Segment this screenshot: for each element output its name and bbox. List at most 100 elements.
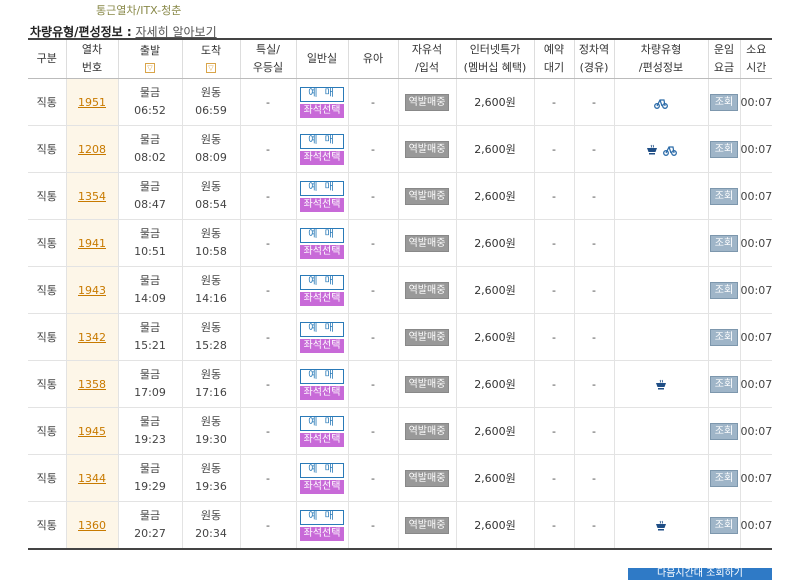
cell-infant: - [347, 454, 398, 502]
train-no-link[interactable]: 1358 [78, 378, 106, 391]
cell-arrive: 원동 19:30 [181, 407, 240, 455]
cell-fare: 조회 [707, 219, 740, 267]
reserve-button[interactable]: 예 매 [300, 509, 344, 525]
train-no-link[interactable]: 1344 [78, 472, 106, 485]
cell-special: - [239, 313, 296, 361]
cell-general: 예 매 좌석선택 [295, 219, 348, 267]
cell-arrive: 원동 08:54 [181, 172, 240, 220]
learn-more-link[interactable]: 자세히 알아보기 [136, 25, 217, 39]
sort-icon[interactable]: ▽ [206, 63, 216, 73]
reserve-button[interactable]: 예 매 [300, 462, 344, 478]
fare-query-button[interactable]: 조회 [710, 187, 738, 205]
cell-duration: 00:07 [739, 172, 772, 220]
table-row: 직통 1354 물금 08:47 원동 08:54- 예 매 좌석선택 - 역발매중 2,600원 -… [28, 172, 772, 220]
cell-type: 직통 [28, 407, 66, 455]
seat-select-button[interactable]: 좌석선택 [300, 432, 344, 447]
station-sale-badge: 역발매중 [405, 281, 449, 299]
reserve-button[interactable]: 예 매 [300, 86, 344, 102]
fare-query-button[interactable]: 조회 [710, 140, 738, 158]
seat-select-button[interactable]: 좌석선택 [300, 385, 344, 400]
sort-icon[interactable]: ▽ [145, 63, 155, 73]
fare-query-button[interactable]: 조회 [710, 469, 738, 487]
seat-select-button[interactable]: 좌석선택 [300, 291, 344, 306]
train-no-link[interactable]: 1354 [78, 190, 106, 203]
cell-depart: 물금 08:47 [117, 172, 182, 220]
cell-free-seat: 역발매중 [397, 360, 456, 408]
cell-arrive: 원동 08:09 [181, 125, 240, 173]
fare-query-button[interactable]: 조회 [710, 93, 738, 111]
cell-depart: 물금 15:21 [117, 313, 182, 361]
seat-select-button[interactable]: 좌석선택 [300, 197, 344, 212]
fare-query-button[interactable]: 조회 [710, 375, 738, 393]
col-infant: 유아 [347, 39, 398, 79]
station-sale-badge: 역발매중 [405, 469, 449, 487]
fare-query-button[interactable]: 조회 [710, 516, 738, 534]
cell-type: 직통 [28, 360, 66, 408]
station-sale-badge: 역발매중 [405, 328, 449, 346]
reserve-button[interactable]: 예 매 [300, 180, 344, 196]
cell-stop: - [573, 313, 614, 361]
cell-train-no: 1941 [65, 219, 118, 267]
fare-query-button[interactable]: 조회 [710, 234, 738, 252]
seat-select-button[interactable]: 좌석선택 [300, 150, 344, 165]
table-row: 직통 1951 물금 06:52 원동 06:59- 예 매 좌석선택 - 역발매중 2,600원 -… [28, 78, 772, 126]
car-info-label: 차량유형/편성정보 : [30, 25, 132, 39]
cell-infant: - [347, 125, 398, 173]
cell-infant: - [347, 266, 398, 314]
reserve-button[interactable]: 예 매 [300, 133, 344, 149]
cell-car-type [613, 360, 708, 408]
next-time-button[interactable]: 다음시간대 조회하기 [628, 568, 772, 580]
reserve-button[interactable]: 예 매 [300, 415, 344, 431]
train-no-link[interactable]: 1342 [78, 331, 106, 344]
reserve-button[interactable]: 예 매 [300, 274, 344, 290]
cell-free-seat: 역발매중 [397, 219, 456, 267]
cell-train-no: 1344 [65, 454, 118, 502]
cell-reserve-wait: - [533, 125, 574, 173]
col-arrive[interactable]: 도착 ▽ [181, 39, 240, 79]
breadcrumb-itx[interactable]: ITX-청춘 [140, 4, 181, 17]
cell-train-no: 1208 [65, 125, 118, 173]
fare-query-button[interactable]: 조회 [710, 422, 738, 440]
breadcrumb-commuter[interactable]: 통근열차 [96, 4, 136, 17]
cell-reserve-wait: - [533, 313, 574, 361]
cell-free-seat: 역발매중 [397, 313, 456, 361]
seat-select-button[interactable]: 좌석선택 [300, 244, 344, 259]
reserve-button[interactable]: 예 매 [300, 227, 344, 243]
cell-car-type [613, 172, 708, 220]
cell-free-seat: 역발매중 [397, 407, 456, 455]
cell-duration: 00:07 [739, 407, 772, 455]
train-no-link[interactable]: 1360 [78, 519, 106, 532]
fare-query-button[interactable]: 조회 [710, 328, 738, 346]
col-depart[interactable]: 출발 ▽ [117, 39, 182, 79]
train-no-link[interactable]: 1943 [78, 284, 106, 297]
cell-infant: - [347, 501, 398, 550]
reserve-button[interactable]: 예 매 [300, 321, 344, 337]
cell-arrive: 원동 17:16 [181, 360, 240, 408]
train-no-link[interactable]: 1941 [78, 237, 106, 250]
station-sale-badge: 역발매중 [405, 93, 449, 111]
cell-special: - [239, 407, 296, 455]
cell-internet-price: 2,600원 [455, 407, 534, 455]
station-sale-badge: 역발매중 [405, 140, 449, 158]
seat-select-button[interactable]: 좌석선택 [300, 479, 344, 494]
train-no-link[interactable]: 1945 [78, 425, 106, 438]
cell-train-no: 1358 [65, 360, 118, 408]
cell-special: - [239, 219, 296, 267]
table-row: 직통 1943 물금 14:09 원동 14:16- 예 매 좌석선택 - 역발매중 2,600원 -… [28, 266, 772, 314]
reserve-button[interactable]: 예 매 [300, 368, 344, 384]
train-no-link[interactable]: 1951 [78, 96, 106, 109]
station-sale-badge: 역발매중 [405, 422, 449, 440]
fare-query-button[interactable]: 조회 [710, 281, 738, 299]
cell-arrive: 원동 20:34 [181, 501, 240, 550]
col-internet-price: 인터넷특가 (멤버십 혜택) [455, 39, 534, 79]
cell-fare: 조회 [707, 125, 740, 173]
col-fare: 운임 요금 [707, 39, 740, 79]
cell-type: 직통 [28, 454, 66, 502]
seat-select-button[interactable]: 좌석선택 [300, 526, 344, 541]
train-no-link[interactable]: 1208 [78, 143, 106, 156]
cell-arrive: 원동 10:58 [181, 219, 240, 267]
station-sale-badge: 역발매중 [405, 187, 449, 205]
seat-select-button[interactable]: 좌석선택 [300, 103, 344, 118]
seat-select-button[interactable]: 좌석선택 [300, 338, 344, 353]
cell-general: 예 매 좌석선택 [295, 172, 348, 220]
